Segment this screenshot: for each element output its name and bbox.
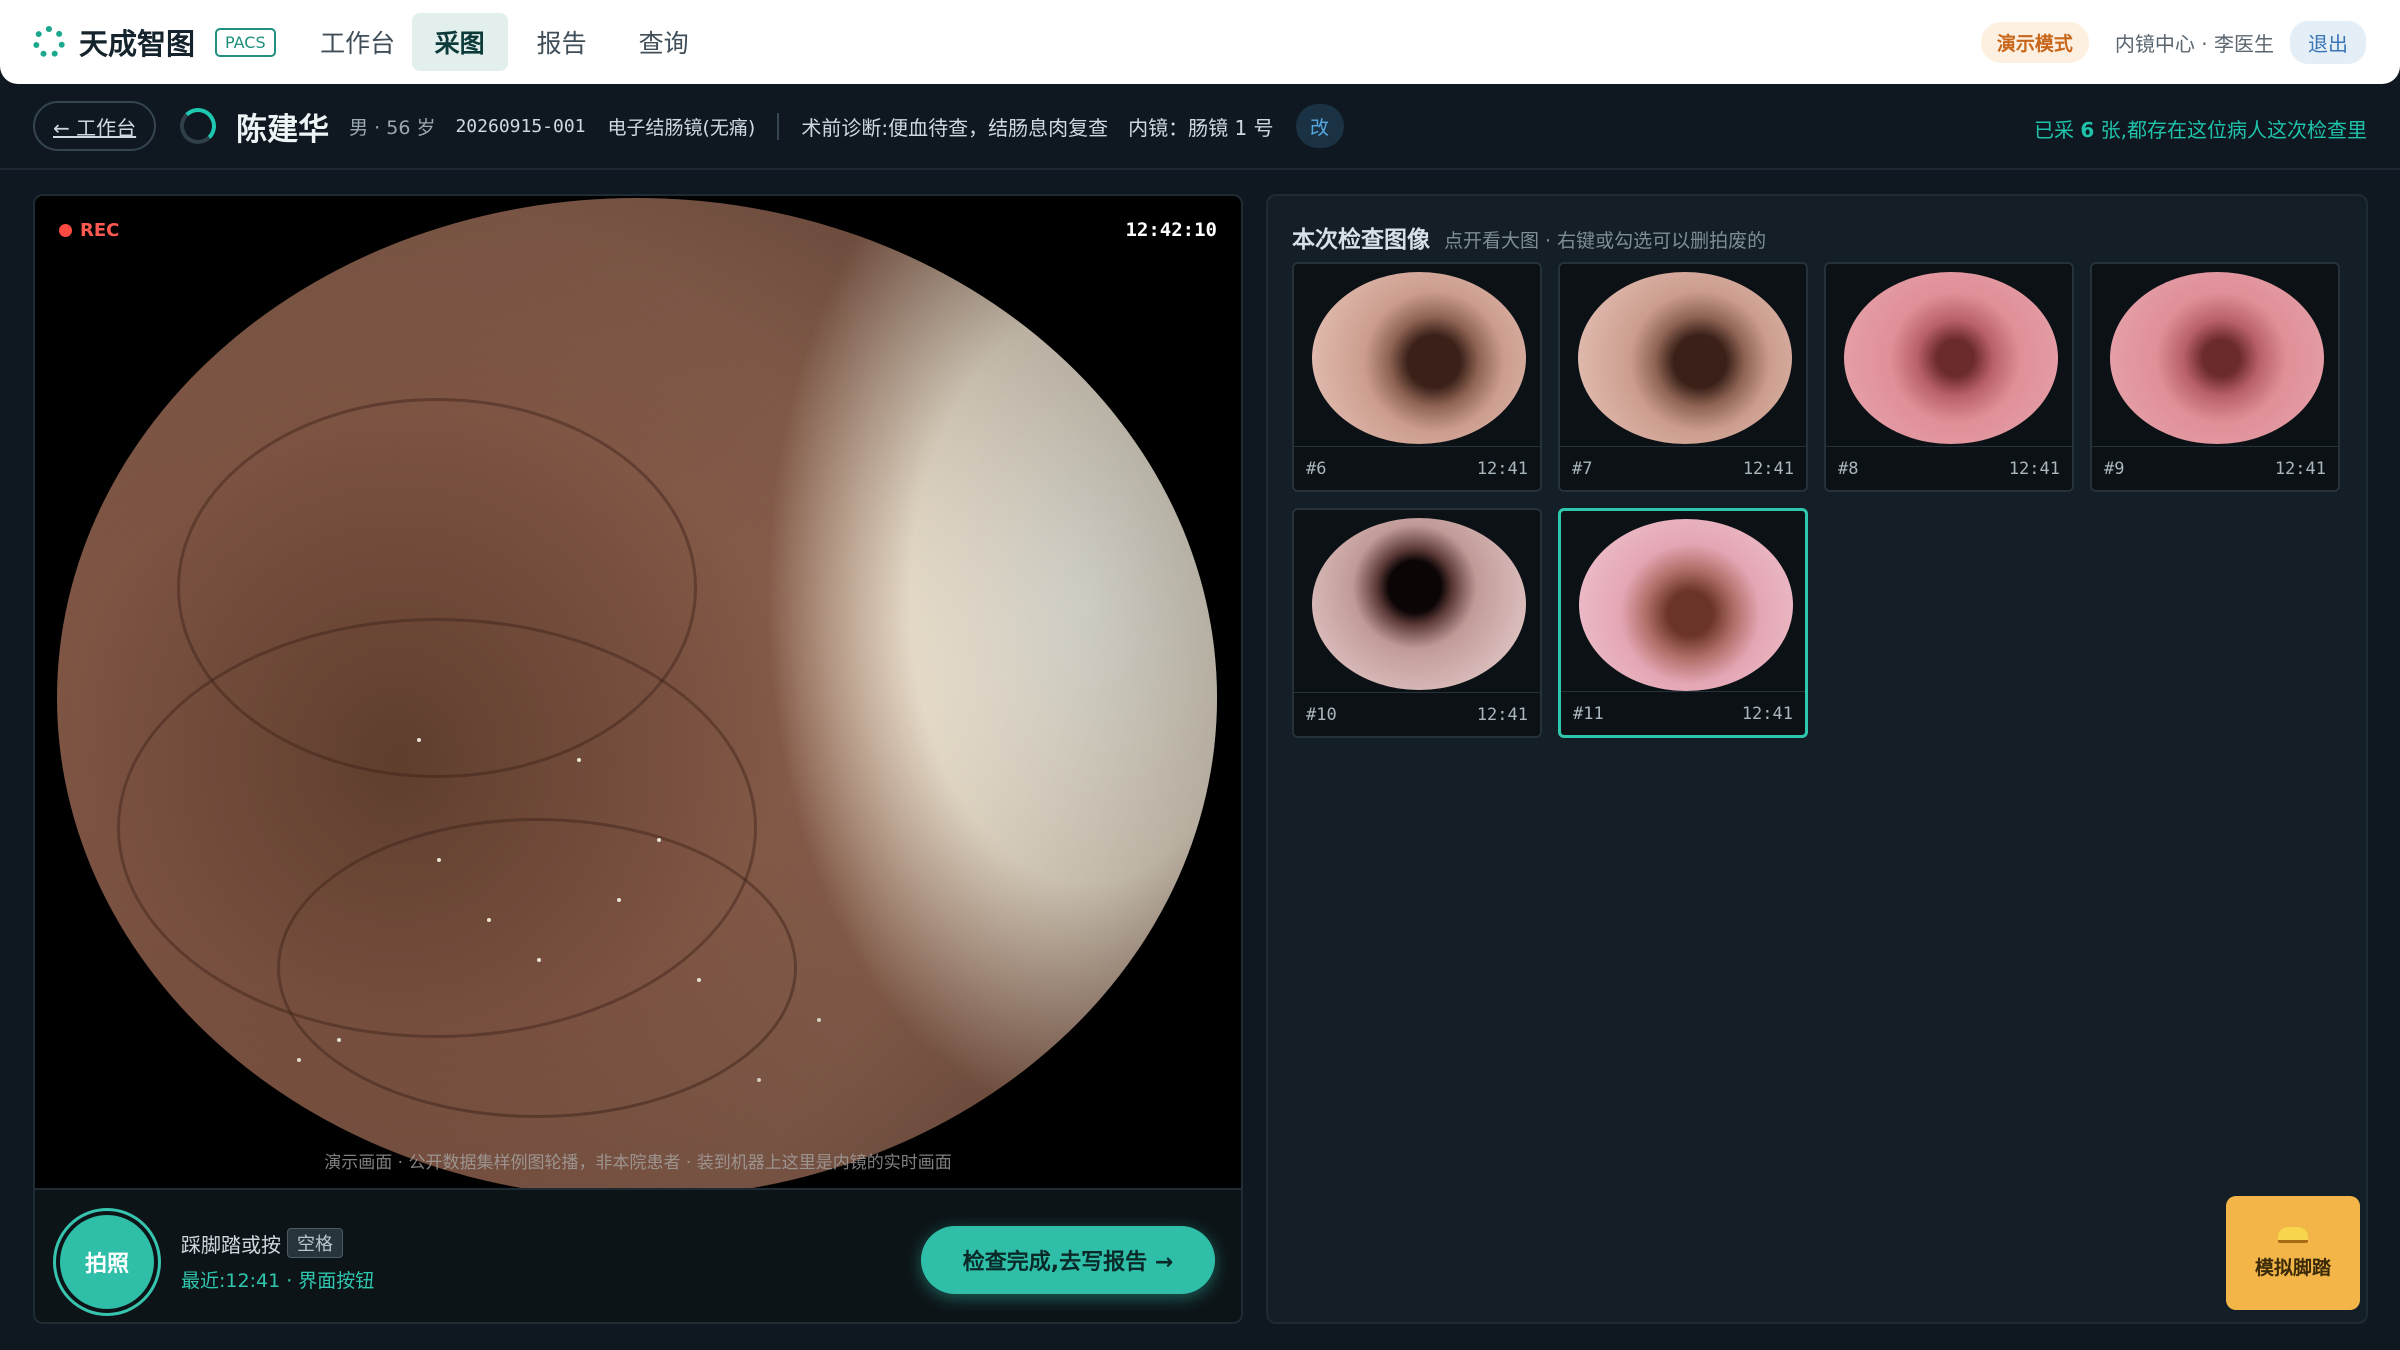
- thumbnail-time: 12:41: [1476, 459, 1528, 479]
- back-to-workbench-button[interactable]: ← 工作台: [33, 101, 157, 151]
- thumbnail-footer: #6 12:41: [1294, 446, 1540, 490]
- nav-report[interactable]: 报告: [514, 13, 610, 71]
- pedal-hint-text: 踩脚踏或按: [181, 1232, 281, 1257]
- thumbnail-number: #10: [1306, 705, 1337, 725]
- thumbnail-image: [1844, 272, 2058, 444]
- thumbnail-time: 12:41: [2008, 459, 2060, 479]
- top-right-area: 演示模式 内镜中心 · 李医生 退出: [1980, 21, 2366, 64]
- thumbnail-footer: #10 12:41: [1294, 692, 1540, 736]
- main-nav: 工作台 采图 报告 查询: [310, 13, 718, 71]
- highlight: [757, 1078, 761, 1082]
- logo-mark-icon: [33, 26, 65, 58]
- thumbnail-10[interactable]: #10 12:41: [1292, 508, 1542, 738]
- thumbnail-8[interactable]: #8 12:41: [1824, 262, 2074, 492]
- gallery-title: 本次检查图像: [1292, 227, 1430, 253]
- thumbnail-6[interactable]: #6 12:41: [1292, 262, 1542, 492]
- thumbnail-image: [1579, 519, 1793, 691]
- app-logo[interactable]: 天成智图 PACS: [33, 21, 276, 63]
- shoot-button[interactable]: 拍照: [60, 1215, 154, 1309]
- thumbnail-footer: #8 12:41: [1826, 446, 2072, 490]
- video-timestamp: 12:42:10: [1125, 219, 1217, 241]
- patient-meta: 男 · 56 岁: [349, 116, 436, 139]
- exam-type: 电子结肠镜(无痛): [608, 112, 780, 140]
- highlight: [537, 958, 541, 962]
- capture-controls: 拍照 踩脚踏或按 空格 最近:12:41 · 界面按钮 检查完成,去写报告 →: [35, 1188, 1241, 1322]
- live-video-panel: REC 12:42:10 演示画面 · 公开数据集样例图轮播，非本院患者 · 装…: [33, 194, 1243, 1324]
- rec-label: REC: [80, 220, 120, 241]
- video-caption: 演示画面 · 公开数据集样例图轮播，非本院患者 · 装到机器上这里是内镜的实时画…: [324, 1153, 952, 1173]
- captured-count-note: 已采 6 张,都存在这位病人这次检查里: [2034, 114, 2367, 143]
- top-bar: 天成智图 PACS 工作台 采图 报告 查询 演示模式 内镜中心 · 李医生 退…: [0, 0, 2400, 84]
- edit-button[interactable]: 改: [1295, 104, 1344, 148]
- space-key-badge: 空格: [287, 1228, 343, 1258]
- gallery-subtitle: 点开看大图 · 右键或勾选可以删拍废的: [1444, 230, 1767, 252]
- highlight: [577, 758, 581, 762]
- thumbnail-number: #11: [1573, 704, 1604, 724]
- highlight: [617, 898, 621, 902]
- exam-id: 20260915-001: [455, 115, 586, 137]
- patient-bar: ← 工作台 陈建华 男 · 56 岁 20260915-001 电子结肠镜(无痛…: [0, 84, 2400, 170]
- thumbnail-image: [1578, 272, 1792, 444]
- captured-prefix: 已采: [2034, 118, 2074, 142]
- thumbnail-number: #9: [2104, 459, 2125, 479]
- live-video-area: REC 12:42:10 演示画面 · 公开数据集样例图轮播，非本院患者 · 装…: [35, 196, 1241, 1188]
- mucosa-fold: [177, 398, 697, 778]
- thumbnail-image: [1312, 272, 1526, 444]
- highlight: [657, 838, 661, 842]
- highlight: [487, 918, 491, 922]
- user-info: 内镜中心 · 李医生: [2114, 32, 2274, 56]
- thumbnail-7[interactable]: #7 12:41: [1558, 262, 1808, 492]
- highlight: [697, 978, 701, 982]
- simulate-pedal-button[interactable]: 模拟脚踏: [2226, 1196, 2360, 1310]
- highlight: [817, 1018, 821, 1022]
- thumbnail-image: [2110, 272, 2324, 444]
- thumbnail-image: [1312, 518, 1526, 690]
- rec-indicator: REC: [59, 220, 119, 241]
- thumbnail-time: 12:41: [1741, 704, 1793, 724]
- highlight: [417, 738, 421, 742]
- endoscope-info: 内镜：肠镜 1 号: [1128, 115, 1274, 140]
- last-shot-info: 最近:12:41 · 界面按钮: [181, 1270, 375, 1292]
- pre-op-diagnosis: 术前诊断:便血待查，结肠息肉复查: [801, 115, 1109, 140]
- highlight: [337, 1038, 341, 1042]
- app-name: 天成智图: [79, 27, 196, 61]
- simulate-pedal-label: 模拟脚踏: [2254, 1256, 2331, 1279]
- pedal-hint: 踩脚踏或按 空格: [181, 1228, 343, 1258]
- thumbnail-footer: #9 12:41: [2092, 446, 2338, 490]
- endoscope-live-image: [57, 198, 1217, 1188]
- thumbnail-time: 12:41: [2274, 459, 2326, 479]
- nav-workbench[interactable]: 工作台: [310, 13, 406, 71]
- thumbnail-11[interactable]: #11 12:41: [1558, 508, 1808, 738]
- patient-name: 陈建华: [236, 111, 330, 148]
- captured-count: 6: [2080, 118, 2095, 142]
- demo-mode-badge: 演示模式: [1980, 22, 2089, 63]
- foot-pedal-icon: [2278, 1226, 2308, 1243]
- thumbnail-time: 12:41: [1742, 459, 1794, 479]
- shoot-button-ring: 拍照: [53, 1208, 161, 1316]
- logout-button[interactable]: 退出: [2290, 21, 2366, 64]
- recording-spinner-icon: [180, 108, 217, 144]
- mucosa-fold: [117, 618, 757, 1038]
- thumbnail-9[interactable]: #9 12:41: [2090, 262, 2340, 492]
- captured-suffix: 张,都存在这位病人这次检查里: [2100, 118, 2367, 142]
- thumbnail-number: #6: [1306, 459, 1327, 479]
- thumbnail-number: #7: [1572, 459, 1593, 479]
- highlight: [437, 858, 441, 862]
- nav-capture[interactable]: 采图: [411, 13, 508, 71]
- pacs-tag: PACS: [215, 27, 276, 57]
- mucosa-fold: [277, 818, 797, 1118]
- thumbnail-number: #8: [1838, 459, 1859, 479]
- exam-image-gallery: 本次检查图像 点开看大图 · 右键或勾选可以删拍废的 #6 12:41 #7 1…: [1266, 194, 2368, 1324]
- thumbnail-footer: #11 12:41: [1561, 691, 1805, 735]
- thumbnail-footer: #7 12:41: [1560, 446, 1806, 490]
- highlight: [297, 1058, 301, 1062]
- rec-dot-icon: [59, 224, 72, 237]
- nav-query[interactable]: 查询: [616, 13, 712, 71]
- finish-exam-button[interactable]: 检查完成,去写报告 →: [921, 1226, 1215, 1294]
- thumbnail-time: 12:41: [1476, 705, 1528, 725]
- gallery-header: 本次检查图像 点开看大图 · 右键或勾选可以删拍废的: [1292, 220, 1766, 254]
